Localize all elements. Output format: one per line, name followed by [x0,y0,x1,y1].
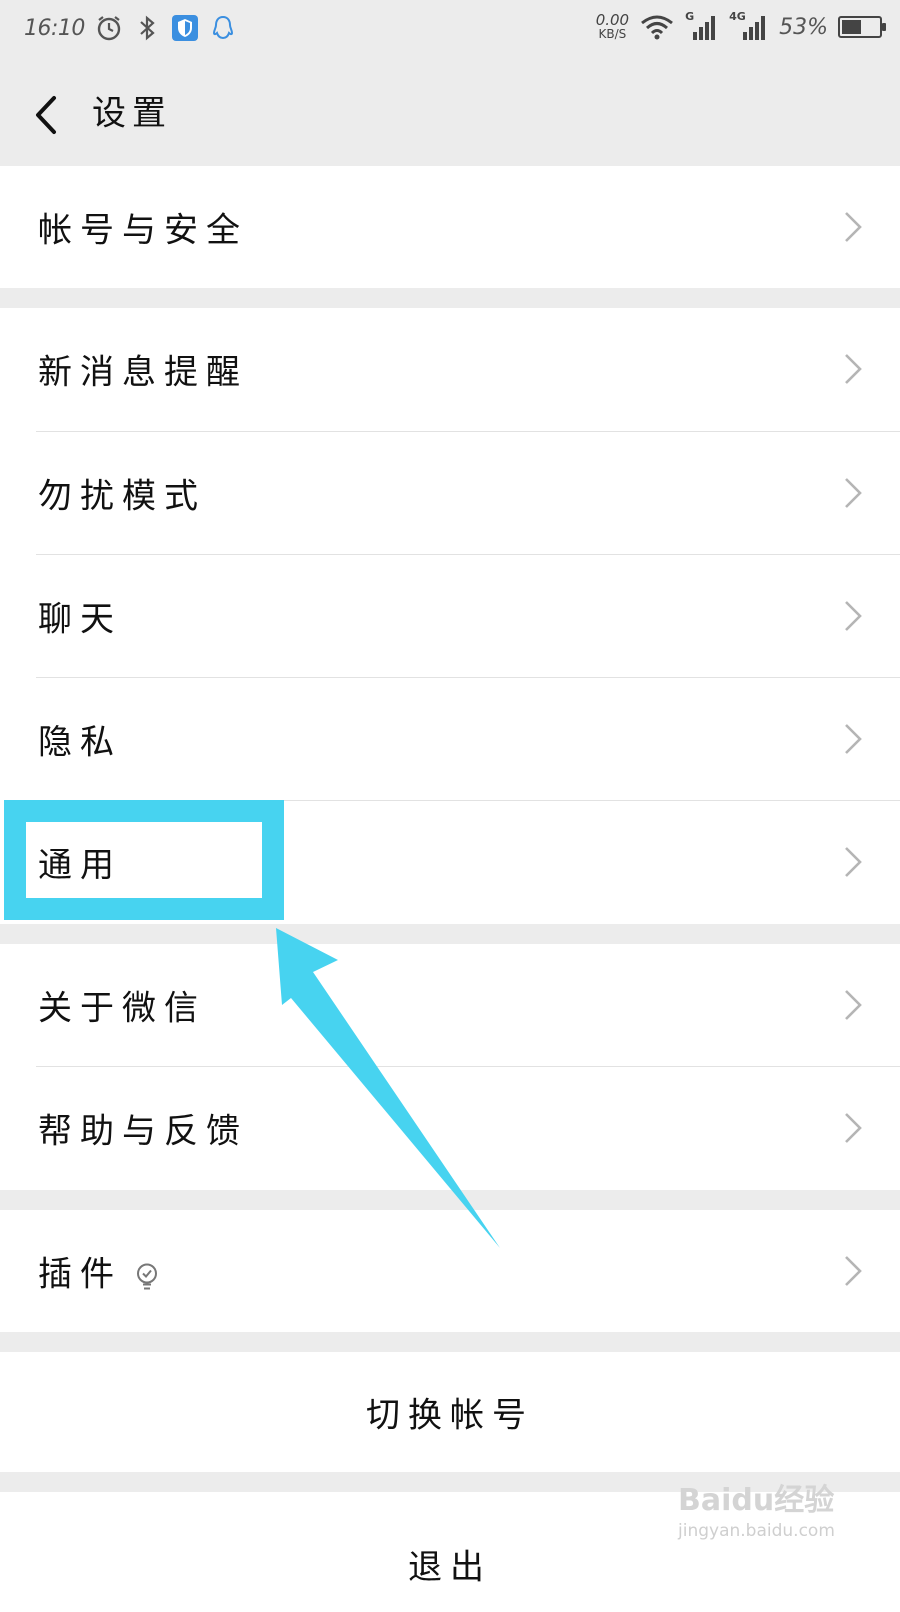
settings-group-plugins: 插件 [0,1210,900,1332]
watermark-brand: Baidu经验 [678,1483,835,1518]
menu-item-plugins[interactable]: 插件 [0,1210,900,1332]
chevron-right-icon [845,354,862,384]
qq-icon [212,15,233,40]
menu-item-label: 勿扰模式 [38,476,206,517]
watermark-url: jingyan.baidu.com [678,1521,835,1541]
switch-account-label: 切换帐号 [366,1395,534,1436]
switch-account-group: 切换帐号 [0,1352,900,1472]
menu-item-label: 隐私 [38,722,122,763]
chevron-right-icon [845,1113,862,1143]
chevron-right-icon [845,990,862,1020]
settings-group-about: 关于微信 帮助与反馈 [0,944,900,1190]
menu-item-label: 新消息提醒 [38,352,248,393]
menu-item-label: 插件 [38,1254,122,1295]
battery-percent: 53% [779,14,828,40]
menu-item-label-wrap: 插件 [38,1247,160,1296]
highlight-box [4,800,284,920]
shield-icon [171,15,198,41]
menu-item-about-wechat[interactable]: 关于微信 [0,944,900,1066]
menu-item-label: 聊天 [38,599,122,640]
signal-icon: G [685,10,719,42]
chevron-right-icon [845,1256,862,1286]
signal-4g-icon: 4G [729,10,769,42]
menu-item-privacy[interactable]: 隐私 [0,678,900,800]
bluetooth-icon [140,15,155,41]
chevron-right-icon [845,847,862,877]
menu-item-new-message-alerts[interactable]: 新消息提醒 [0,308,900,430]
page-title: 设置 [92,93,172,134]
status-bar: 16:10 0.00 KB/S G 4G 53% [0,0,900,62]
menu-item-label: 帮助与反馈 [38,1111,248,1152]
lightbulb-icon [137,1263,157,1289]
menu-item-account-security[interactable]: 帐号与安全 [0,166,900,288]
settings-group-account: 帐号与安全 [0,166,900,288]
status-time: 16:10 [24,15,85,41]
menu-item-help-feedback[interactable]: 帮助与反馈 [0,1067,900,1189]
chevron-right-icon [845,724,862,754]
chevron-right-icon [845,212,862,242]
watermark: Baidu经验 jingyan.baidu.com [678,1475,838,1555]
menu-item-do-not-disturb[interactable]: 勿扰模式 [0,432,900,554]
menu-item-label: 关于微信 [38,988,206,1029]
back-button[interactable] [28,90,68,140]
menu-item-label: 帐号与安全 [38,210,248,251]
network-speed: 0.00 KB/S [595,11,630,42]
alarm-icon [97,16,121,41]
chevron-right-icon [845,478,862,508]
nav-header: 设置 [0,62,900,166]
switch-account-button[interactable]: 切换帐号 [0,1352,900,1472]
menu-item-chat[interactable]: 聊天 [0,555,900,677]
chevron-right-icon [845,601,862,631]
battery-icon [838,16,886,38]
wifi-icon [641,15,674,40]
